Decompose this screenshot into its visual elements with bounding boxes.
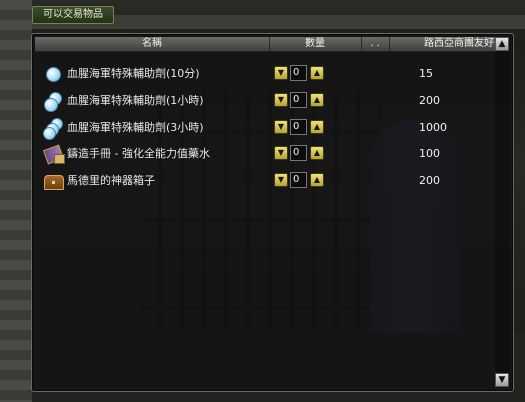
item-price: 200 (419, 174, 440, 187)
quantity-decrease-button[interactable]: ▼ (274, 146, 288, 160)
item-price: 1000 (419, 121, 447, 134)
quantity-decrease-button[interactable]: ▼ (274, 173, 288, 187)
potion-stack-large-icon (43, 118, 63, 140)
item-row[interactable]: 血腥海軍特殊輔助劑(1小時) ▼ 0 ▲ 200 (35, 90, 495, 112)
trade-item-panel: 名稱 數量 . . 路西亞商團友好 血腥海軍特殊輔助劑(10分) ▼ 0 ▲ 1… (31, 33, 514, 392)
item-name: 血腥海軍特殊輔助劑(3小時) (67, 121, 204, 134)
quantity-increase-button[interactable]: ▲ (310, 93, 324, 107)
scroll-down-button[interactable]: ▼ (495, 373, 509, 387)
item-row[interactable]: 血腥海軍特殊輔助劑(10分) ▼ 0 ▲ 15 (35, 63, 495, 85)
potion-icon (43, 64, 63, 84)
item-price: 100 (419, 147, 440, 160)
item-row[interactable]: 血腥海軍特殊輔助劑(3小時) ▼ 0 ▲ 1000 (35, 117, 495, 140)
background-wall (0, 0, 32, 402)
quantity-input[interactable]: 0 (290, 119, 307, 135)
scrollbar[interactable]: ▲ ▼ (495, 37, 510, 387)
potion-stack-icon (43, 91, 63, 112)
item-name: 血腥海軍特殊輔助劑(1小時) (67, 94, 204, 107)
item-name: 鑄造手冊 - 強化全能力值藥水 (67, 147, 210, 160)
item-row[interactable]: 鑄造手冊 - 強化全能力值藥水 ▼ 0 ▲ 100 (35, 143, 495, 165)
column-header-price[interactable]: 路西亞商團友好 (389, 37, 495, 51)
treasure-chest-icon (43, 171, 64, 191)
quantity-input[interactable]: 0 (290, 65, 307, 81)
quantity-decrease-button[interactable]: ▼ (274, 120, 288, 134)
quantity-increase-button[interactable]: ▲ (310, 173, 324, 187)
tab-tradeable-items[interactable]: 可以交易物品 (32, 6, 114, 24)
column-header-more[interactable]: . . (361, 37, 390, 51)
quantity-decrease-button[interactable]: ▼ (274, 66, 288, 80)
column-header-name[interactable]: 名稱 (35, 37, 270, 51)
table-header: 名稱 數量 . . 路西亞商團友好 (35, 37, 495, 52)
quantity-decrease-button[interactable]: ▼ (274, 93, 288, 107)
item-row[interactable]: 馬德里的神器箱子 ▼ 0 ▲ 200 (35, 170, 495, 192)
quantity-increase-button[interactable]: ▲ (310, 66, 324, 80)
quantity-increase-button[interactable]: ▲ (310, 146, 324, 160)
item-price: 15 (419, 67, 433, 80)
quantity-input[interactable]: 0 (290, 172, 307, 188)
column-header-quantity[interactable]: 數量 (269, 37, 362, 51)
quantity-increase-button[interactable]: ▲ (310, 120, 324, 134)
item-name: 血腥海軍特殊輔助劑(10分) (67, 67, 200, 80)
crafting-manual-icon (42, 144, 65, 165)
item-price: 200 (419, 94, 440, 107)
quantity-input[interactable]: 0 (290, 92, 307, 108)
scroll-up-button[interactable]: ▲ (495, 37, 509, 51)
quantity-input[interactable]: 0 (290, 145, 307, 161)
item-name: 馬德里的神器箱子 (67, 174, 155, 187)
